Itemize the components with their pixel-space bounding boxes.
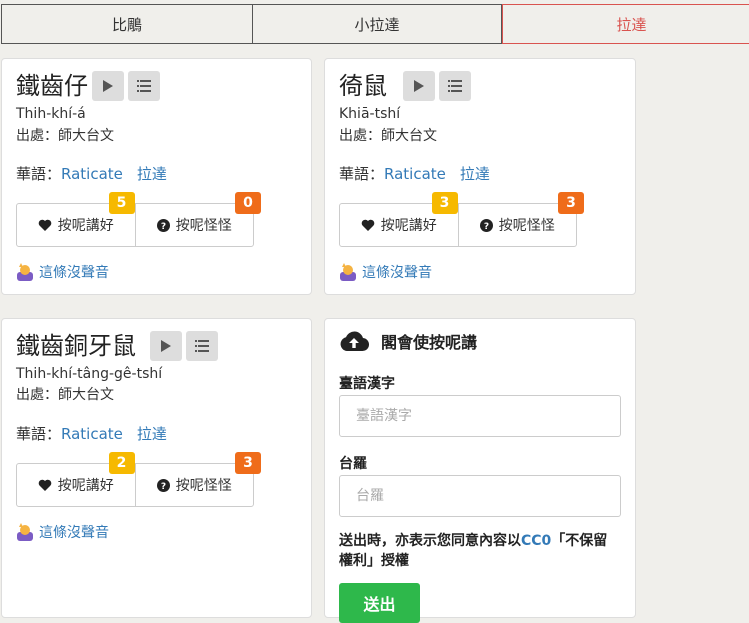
good-button[interactable]: 按呢講好 3 <box>340 192 458 246</box>
cloud-upload-icon <box>340 331 369 352</box>
no-sound-label: 這條沒聲音 <box>39 525 109 541</box>
play-button[interactable] <box>403 71 435 101</box>
good-count-badge: 5 <box>108 192 135 214</box>
list-icon <box>448 80 462 92</box>
suggest-form-card: 閣會使按呢講 臺語漢字 台羅 送出時，亦表示您同意內容以CC0「不保留權利」授權… <box>324 318 636 623</box>
word-title: 徛鼠 <box>339 72 387 100</box>
play-button[interactable] <box>150 331 182 361</box>
mandarin-link-en[interactable]: Raticate <box>384 165 446 183</box>
source: 出處：師大台文 <box>16 387 114 403</box>
no-sound-link[interactable]: 這條沒聲音 <box>16 262 109 282</box>
strange-button[interactable]: ? 按呢怪怪 3 <box>134 452 261 506</box>
submit-button[interactable]: 送出 <box>339 583 420 623</box>
play-icon <box>103 80 113 92</box>
strange-count-badge: 0 <box>235 192 261 214</box>
list-button[interactable] <box>186 331 218 361</box>
mandarin-link-en[interactable]: Raticate <box>61 165 123 183</box>
consent-text: 送出時，亦表示您同意內容以CC0「不保留權利」授權 <box>339 531 621 571</box>
form-title-row: 閣會使按呢講 <box>339 329 477 353</box>
svg-text:?: ? <box>484 222 489 232</box>
play-icon <box>414 80 424 92</box>
person-raising-hand-icon <box>340 263 356 281</box>
mandarin-row: 華語：Raticate 拉達 <box>339 163 490 184</box>
mandarin-label: 華語： <box>16 165 62 183</box>
question-circle-icon: ? <box>479 218 493 232</box>
form-title: 閣會使按呢講 <box>381 333 478 352</box>
list-button[interactable] <box>128 71 160 101</box>
play-button[interactable] <box>92 71 124 101</box>
romanization: Thih-khí-tâng-gê-tshí <box>16 366 163 382</box>
heart-icon <box>361 219 375 231</box>
cc0-link[interactable]: CC0 <box>521 533 551 549</box>
mandarin-row: 華語：Raticate 拉達 <box>16 163 167 184</box>
word-card-3: 鐵齒銅牙鼠 Thih-khí-tâng-gê-tshí 出處：師大台文 華語：R… <box>1 318 312 618</box>
good-count-badge: 2 <box>108 452 135 474</box>
consent-before: 送出時，亦表示您同意內容以 <box>339 533 521 549</box>
list-icon <box>195 340 209 352</box>
romanization: Thih-khí-á <box>16 106 86 122</box>
person-raising-hand-icon <box>17 263 33 281</box>
no-sound-link[interactable]: 這條沒聲音 <box>16 522 109 542</box>
strange-label: 按呢怪怪 <box>498 218 555 234</box>
tab-bar: 比鵰 小拉達 拉達 <box>1 4 749 44</box>
good-label: 按呢講好 <box>380 218 437 234</box>
romanization: Khiā-tshí <box>339 106 401 122</box>
tab-小拉達[interactable]: 小拉達 <box>252 4 502 44</box>
hanzi-label: 臺語漢字 <box>339 376 395 392</box>
strange-label: 按呢怪怪 <box>175 218 232 234</box>
mandarin-link-zh[interactable]: 拉達 <box>460 165 490 183</box>
svg-text:?: ? <box>161 482 166 492</box>
word-card-2: 徛鼠 Khiā-tshí 出處：師大台文 華語：Raticate 拉達 按呢講好 … <box>324 58 636 295</box>
good-button[interactable]: 按呢講好 2 <box>17 452 135 506</box>
heart-icon <box>38 219 52 231</box>
vote-group: 按呢講好 2 ? 按呢怪怪 3 <box>16 452 261 507</box>
good-label: 按呢講好 <box>57 218 114 234</box>
word-row: 徛鼠 <box>339 69 471 103</box>
good-button[interactable]: 按呢講好 5 <box>17 192 135 246</box>
no-sound-label: 這條沒聲音 <box>362 265 432 281</box>
heart-icon <box>38 479 52 491</box>
no-sound-link[interactable]: 這條沒聲音 <box>339 262 432 282</box>
question-circle-icon: ? <box>156 478 170 492</box>
mandarin-link-en[interactable]: Raticate <box>61 425 123 443</box>
no-sound-label: 這條沒聲音 <box>39 265 109 281</box>
list-icon <box>137 80 151 92</box>
strange-button[interactable]: ? 按呢怪怪 3 <box>457 192 584 246</box>
strange-count-badge: 3 <box>558 192 584 214</box>
word-title: 鐵齒仔 <box>16 72 88 100</box>
person-raising-hand-icon <box>17 523 33 541</box>
vote-group: 按呢講好 3 ? 按呢怪怪 3 <box>339 192 584 247</box>
mandarin-label: 華語： <box>339 165 385 183</box>
good-label: 按呢講好 <box>57 478 114 494</box>
svg-text:?: ? <box>161 222 166 232</box>
roman-label: 台羅 <box>339 456 367 472</box>
word-card-1: 鐵齒仔 Thih-khí-á 出處：師大台文 華語：Raticate 拉達 按呢講… <box>1 58 312 295</box>
tab-比鵰[interactable]: 比鵰 <box>1 4 252 44</box>
roman-input[interactable] <box>339 475 621 517</box>
mandarin-row: 華語：Raticate 拉達 <box>16 423 167 444</box>
strange-button[interactable]: ? 按呢怪怪 0 <box>134 192 261 246</box>
strange-count-badge: 3 <box>235 452 261 474</box>
mandarin-link-zh[interactable]: 拉達 <box>137 165 167 183</box>
source: 出處：師大台文 <box>16 128 114 144</box>
word-title: 鐵齒銅牙鼠 <box>16 332 136 360</box>
word-row: 鐵齒仔 <box>16 69 160 103</box>
strange-label: 按呢怪怪 <box>175 478 232 494</box>
tab-拉達[interactable]: 拉達 <box>502 4 749 44</box>
mandarin-link-zh[interactable]: 拉達 <box>137 425 167 443</box>
word-row: 鐵齒銅牙鼠 <box>16 329 218 363</box>
play-icon <box>161 340 171 352</box>
list-button[interactable] <box>439 71 471 101</box>
hanzi-input[interactable] <box>339 395 621 437</box>
good-count-badge: 3 <box>431 192 458 214</box>
source: 出處：師大台文 <box>339 128 437 144</box>
mandarin-label: 華語： <box>16 425 62 443</box>
vote-group: 按呢講好 5 ? 按呢怪怪 0 <box>16 192 261 247</box>
question-circle-icon: ? <box>156 218 170 232</box>
